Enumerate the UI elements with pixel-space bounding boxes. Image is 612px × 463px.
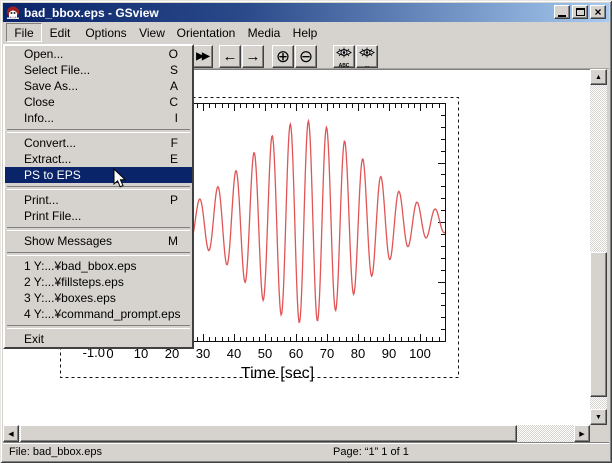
menu-item-label: PS to EPS: [24, 168, 81, 182]
menu-item-label: Select File...: [24, 63, 90, 77]
next-page-button[interactable]: ▶▶: [191, 45, 213, 68]
horizontal-scrollbar[interactable]: ◀ ▶: [3, 425, 590, 442]
menu-item-label: Exit: [24, 332, 44, 346]
menu-item-accelerator: S: [170, 62, 178, 78]
menu-item-label: Close: [24, 95, 55, 109]
menu-item-accelerator: A: [170, 78, 178, 94]
close-icon: ×: [594, 7, 601, 17]
menu-item-open[interactable]: Open... O: [5, 46, 192, 62]
goto-page-button[interactable]: →: [242, 45, 264, 68]
menu-item-select-file[interactable]: Select File... S: [5, 62, 192, 78]
vertical-scroll-thumb[interactable]: [590, 252, 607, 397]
bitmap-preview-button[interactable]: ...: [356, 45, 378, 68]
eye-abc-icon: [336, 45, 352, 63]
eye-dots-icon: [359, 45, 375, 63]
menu-item-label: Info...: [24, 111, 54, 125]
gsview-ghost-icon: [6, 6, 20, 20]
scroll-down-button[interactable]: ▼: [590, 409, 607, 425]
file-menu-dropdown: Open...OSelect File...SSave As...ACloseC…: [3, 44, 194, 349]
arrow-up-icon: ▲: [595, 74, 602, 81]
window-title: bad_bbox.eps - GSview: [24, 6, 159, 20]
close-button[interactable]: ×: [590, 5, 606, 19]
scrollbar-corner: [590, 425, 607, 442]
menu-item-exit[interactable]: Exit: [5, 331, 192, 347]
menubar-item-edit[interactable]: Edit: [42, 23, 78, 42]
menu-item-accelerator: O: [169, 46, 178, 62]
menu-separator: [5, 249, 192, 258]
menubar-item-options[interactable]: Options: [78, 23, 134, 42]
menu-item-label: Print...: [24, 193, 59, 207]
menu-item-label: 2 Y:...¥fillsteps.eps: [24, 275, 124, 289]
menu-separator: [5, 224, 192, 233]
menu-item-close[interactable]: Close C: [5, 94, 192, 110]
menubar-item-media[interactable]: Media: [242, 23, 286, 42]
menu-item-label: Open...: [24, 47, 63, 61]
arrow-left-icon: ←: [223, 49, 238, 64]
menu-separator: [5, 126, 192, 135]
arrow-right-icon: ▶: [579, 430, 584, 438]
menu-item-1-y-bad-bbox-eps[interactable]: 1 Y:...¥bad_bbox.eps: [5, 258, 192, 274]
menu-item-print[interactable]: Print... P: [5, 192, 192, 208]
status-page-label: Page: “1” 1 of 1: [333, 446, 409, 458]
menu-item-convert[interactable]: Convert... F: [5, 135, 192, 151]
menubar-item-help[interactable]: Help: [286, 23, 324, 42]
previous-page-button[interactable]: ←: [219, 45, 241, 68]
text-find-button[interactable]: ABC: [333, 45, 355, 68]
minimize-button[interactable]: [554, 5, 570, 19]
menu-item-accelerator: E: [170, 151, 178, 167]
menu-item-accelerator: M: [168, 233, 178, 249]
menubar-item-view[interactable]: View: [134, 23, 170, 42]
zoom-out-button[interactable]: ⊖: [295, 45, 317, 68]
menu-item-3-y-boxes-eps[interactable]: 3 Y:...¥boxes.eps: [5, 290, 192, 306]
vertical-scrollbar[interactable]: ▲ ▼: [590, 69, 607, 425]
menu-item-label: Print File...: [24, 209, 81, 223]
menu-item-label: Save As...: [24, 79, 78, 93]
menu-item-4-y-command-prompt-eps[interactable]: 4 Y:...¥command_prompt.eps: [5, 306, 192, 322]
menu-item-accelerator: C: [169, 94, 178, 110]
menubar-item-file[interactable]: File: [6, 23, 42, 42]
menubar-item-orientation[interactable]: Orientation: [170, 23, 242, 42]
gsview-window: bad_bbox.eps - GSview × FileEditOptionsV…: [0, 0, 612, 463]
menu-item-info[interactable]: Info... I: [5, 110, 192, 126]
scroll-right-button[interactable]: ▶: [574, 425, 590, 442]
arrow-right-icon: →: [246, 49, 261, 64]
menu-item-label: Show Messages: [24, 234, 112, 248]
menu-item-save-as[interactable]: Save As... A: [5, 78, 192, 94]
bitmap-preview-button-sublabel: ...: [365, 64, 369, 69]
menu-item-show-messages[interactable]: Show Messages M: [5, 233, 192, 249]
menu-item-accelerator: I: [175, 110, 178, 126]
scroll-up-button[interactable]: ▲: [590, 69, 607, 85]
menu-separator: [5, 183, 192, 192]
magnifier-plus-icon: ⊕: [276, 49, 290, 64]
scroll-left-button[interactable]: ◀: [3, 425, 19, 442]
status-file-label: File: bad_bbox.eps: [9, 446, 102, 458]
menu-item-label: 1 Y:...¥bad_bbox.eps: [24, 259, 137, 273]
horizontal-scroll-thumb[interactable]: [20, 425, 517, 442]
text-find-button-sublabel: ABC: [339, 64, 350, 69]
menu-bar: FileEditOptionsViewOrientationMediaHelp: [3, 22, 609, 43]
title-bar[interactable]: bad_bbox.eps - GSview ×: [3, 3, 609, 22]
menu-item-2-y-fillsteps-eps[interactable]: 2 Y:...¥fillsteps.eps: [5, 274, 192, 290]
arrow-down-icon: ▼: [595, 414, 602, 421]
menu-item-label: 3 Y:...¥boxes.eps: [24, 291, 116, 305]
menu-separator: [5, 322, 192, 331]
magnifier-minus-icon: ⊖: [299, 49, 313, 64]
menu-item-extract[interactable]: Extract... E: [5, 151, 192, 167]
menu-item-label: Extract...: [24, 152, 71, 166]
menu-item-label: 4 Y:...¥command_prompt.eps: [24, 307, 181, 321]
menu-item-ps-to-eps[interactable]: PS to EPS: [5, 167, 192, 183]
menu-item-accelerator: F: [171, 135, 178, 151]
status-bar: File: bad_bbox.eps Page: “1” 1 of 1: [3, 443, 609, 460]
maximize-button[interactable]: [572, 5, 588, 19]
zoom-in-button[interactable]: ⊕: [272, 45, 294, 68]
arrow-left-icon: ◀: [8, 430, 13, 438]
menu-item-accelerator: P: [170, 192, 178, 208]
menu-item-print-file[interactable]: Print File...: [5, 208, 192, 224]
double-arrow-right-icon: ▶▶: [196, 49, 207, 64]
menu-item-label: Convert...: [24, 136, 76, 150]
